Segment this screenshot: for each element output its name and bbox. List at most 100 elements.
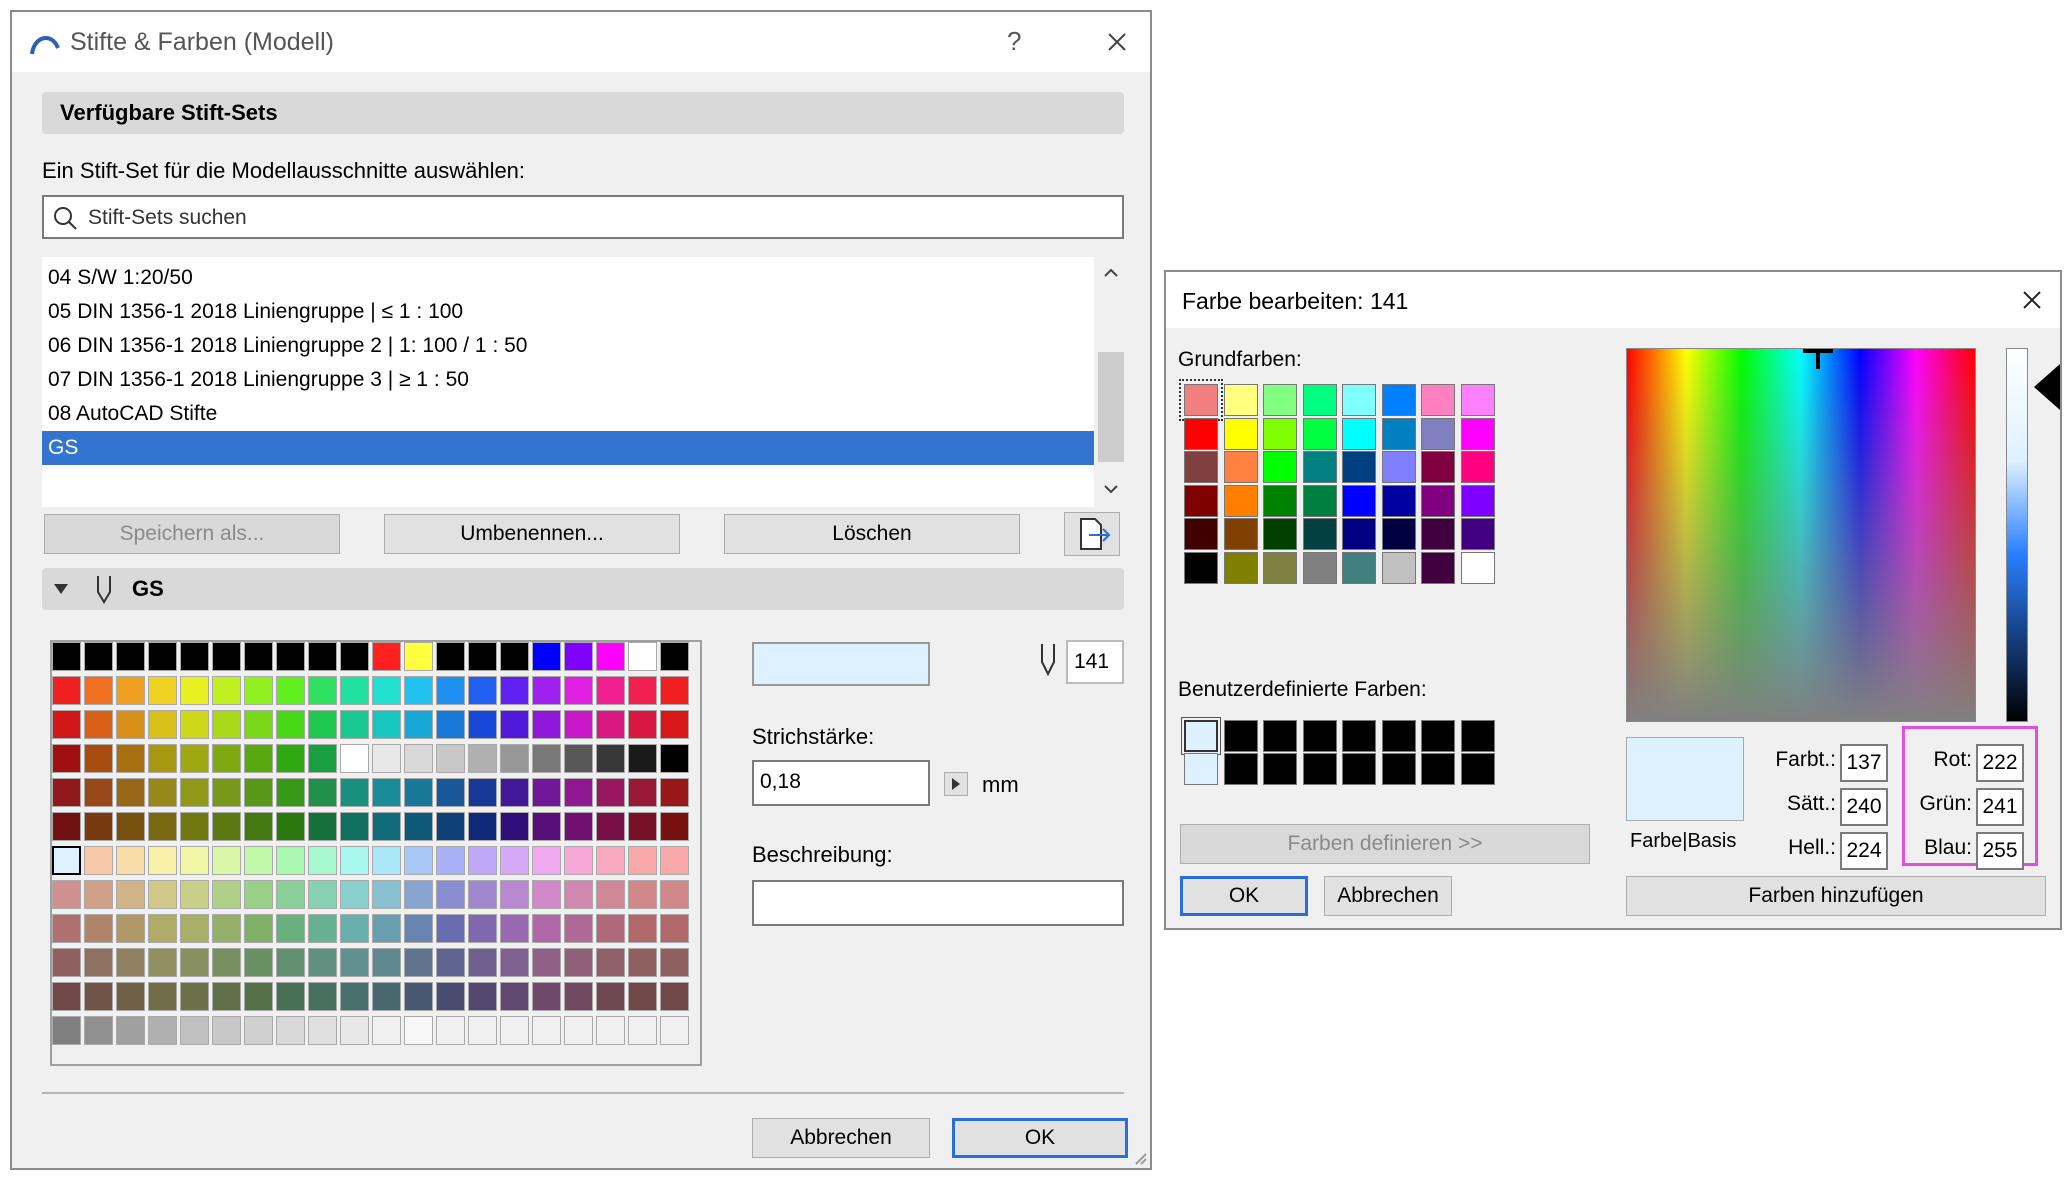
pen-color-cell[interactable] [532,812,561,841]
pen-color-cell[interactable] [596,982,625,1011]
pen-color-cell[interactable] [212,642,241,671]
basic-color-swatch[interactable] [1263,384,1297,416]
pen-color-cell[interactable] [276,710,305,739]
pen-color-cell[interactable] [340,676,369,705]
pen-color-cell[interactable] [500,676,529,705]
pen-color-cell[interactable] [372,948,401,977]
pen-color-cell[interactable] [532,880,561,909]
chevron-up-icon[interactable] [1101,263,1121,283]
pen-color-cell[interactable] [532,982,561,1011]
pen-color-cell[interactable] [500,880,529,909]
pen-color-cell[interactable] [84,812,113,841]
pen-color-cell[interactable] [532,778,561,807]
pen-color-cell[interactable] [340,744,369,773]
basic-color-swatch[interactable] [1302,417,1337,450]
pen-color-cell[interactable] [596,642,625,671]
cancel-button[interactable]: Abbrechen [752,1118,930,1158]
basic-color-swatch[interactable] [1342,417,1376,450]
pen-color-cell[interactable] [180,948,209,977]
basic-color-swatch[interactable] [1460,518,1495,550]
pen-color-cell[interactable] [404,914,433,943]
pen-color-cell[interactable] [180,778,209,807]
pen-color-cell[interactable] [660,880,689,909]
pen-color-cell[interactable] [596,948,625,977]
pen-color-cell[interactable] [372,1016,401,1045]
pen-color-cell[interactable] [468,880,497,909]
list-item[interactable]: 06 DIN 1356-1 2018 Liniengruppe 2 | 1: 1… [42,329,1094,363]
pen-color-cell[interactable] [436,948,465,977]
add-colors-button[interactable]: Farben hinzufügen [1626,876,2046,916]
custom-color-swatch[interactable] [1263,753,1297,785]
saturation-input[interactable]: 240 [1840,788,1888,826]
pen-color-cell[interactable] [596,914,625,943]
pen-color-cell[interactable] [244,812,273,841]
pen-color-cell[interactable] [116,744,145,773]
pen-color-cell[interactable] [564,710,593,739]
pen-color-cell[interactable] [308,710,337,739]
pen-color-cell[interactable] [564,744,593,773]
pen-color-cell[interactable] [596,778,625,807]
pen-color-cell[interactable] [84,846,113,875]
pen-color-cell[interactable] [564,676,593,705]
pen-color-cell[interactable] [628,642,657,671]
pen-color-cell[interactable] [276,812,305,841]
line-weight-input[interactable]: 0,18 [752,760,930,806]
pen-color-cell[interactable] [660,710,689,739]
pen-color-cell[interactable] [276,880,305,909]
pen-color-cell[interactable] [276,1016,305,1045]
basic-color-swatch[interactable] [1421,518,1455,550]
pen-color-cell[interactable] [564,880,593,909]
pen-color-cell[interactable] [212,778,241,807]
pen-color-cell[interactable] [148,948,177,977]
pen-color-cell[interactable] [660,812,689,841]
export-button[interactable] [1064,512,1120,556]
red-input[interactable]: 222 [1976,744,2024,782]
pen-color-cell[interactable] [372,676,401,705]
pen-color-cell[interactable] [468,948,497,977]
pen-color-cell[interactable] [436,710,465,739]
pen-color-cell[interactable] [628,778,657,807]
pen-color-cell[interactable] [180,880,209,909]
pen-number-field[interactable]: 141 [1066,640,1124,684]
pen-color-cell[interactable] [532,744,561,773]
pen-color-cell[interactable] [660,642,689,671]
scrollbar-thumb[interactable] [1098,352,1124,462]
description-input[interactable] [752,880,1124,926]
pen-color-cell[interactable] [276,948,305,977]
luminance-input[interactable]: 224 [1840,832,1888,870]
pen-color-cell[interactable] [308,1016,337,1045]
basic-color-swatch[interactable] [1421,484,1455,517]
pen-color-cell[interactable] [468,1016,497,1045]
pen-color-cell[interactable] [404,880,433,909]
pen-color-cell[interactable] [308,948,337,977]
basic-color-swatch[interactable] [1184,484,1218,517]
line-weight-stepper[interactable] [944,772,968,796]
basic-color-swatch[interactable] [1381,518,1416,550]
pen-color-cell[interactable] [340,982,369,1011]
pen-color-cell[interactable] [148,642,177,671]
basic-color-swatch[interactable] [1381,484,1416,517]
pen-color-cell[interactable] [180,914,209,943]
pen-color-cell[interactable] [628,948,657,977]
delete-button[interactable]: Löschen [724,514,1020,554]
custom-color-swatch[interactable] [1223,720,1258,752]
pen-color-cell[interactable] [212,744,241,773]
custom-color-swatch[interactable] [1342,720,1376,752]
basic-color-swatch[interactable] [1263,518,1297,550]
pen-color-cell[interactable] [596,744,625,773]
pen-color-cell[interactable] [52,1016,81,1045]
custom-color-swatch[interactable] [1302,753,1337,785]
basic-color-swatch[interactable] [1421,384,1455,416]
pen-color-cell[interactable] [436,676,465,705]
pen-color-cell[interactable] [52,812,81,841]
pen-color-cell[interactable] [340,778,369,807]
pen-color-cell[interactable] [404,710,433,739]
pen-color-cell[interactable] [468,914,497,943]
pen-color-cell[interactable] [52,744,81,773]
pen-color-cell[interactable] [340,846,369,875]
pen-color-cell[interactable] [564,846,593,875]
pen-color-cell[interactable] [180,982,209,1011]
pen-color-cell[interactable] [372,846,401,875]
basic-color-swatch[interactable] [1223,551,1258,584]
pen-color-cell[interactable] [276,914,305,943]
